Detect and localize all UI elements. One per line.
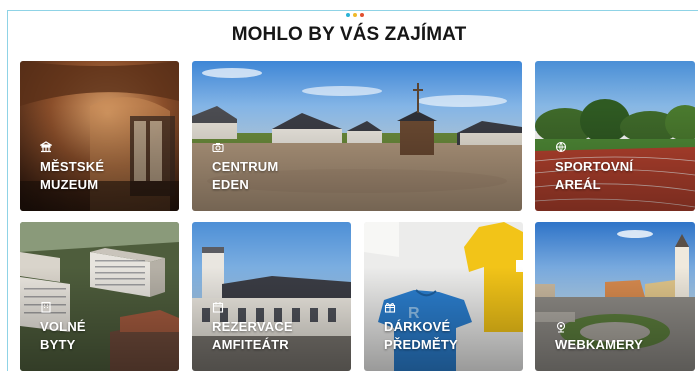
tile-mestske-muzeum[interactable]: MĚSTSKÉ MUZEUM: [20, 61, 179, 211]
tile-rezervace-amfiteatr[interactable]: REZERVACE AMFITEÁTR: [192, 222, 351, 371]
tile-darkove-predmety[interactable]: R DÁRKOVÉ PŘEDMĚTY: [364, 222, 523, 371]
building-icon: [41, 301, 51, 313]
calendar-icon: [212, 302, 224, 313]
ball-icon: [555, 141, 567, 153]
tile-sportovni-areal[interactable]: SPORTOVNÍ AREÁL: [535, 61, 695, 211]
dot-blue: [346, 13, 350, 17]
dot-red: [360, 13, 364, 17]
tile-label: VOLNÉ BYTY: [40, 319, 86, 352]
decorative-dots: [346, 13, 372, 18]
tile-label: SPORTOVNÍ AREÁL: [555, 159, 634, 192]
tile-label: CENTRUM EDEN: [212, 159, 279, 192]
webcam-icon: [556, 321, 566, 333]
tile-label: DÁRKOVÉ PŘEDMĚTY: [384, 319, 458, 352]
tile-webkamery[interactable]: WEBKAMERY: [535, 222, 695, 371]
tile-label: MĚSTSKÉ MUZEUM: [40, 159, 105, 192]
tile-label: WEBKAMERY: [555, 337, 643, 352]
gift-icon: [384, 302, 396, 313]
section-title: MOHLO BY VÁS ZAJÍMAT: [231, 24, 467, 45]
museum-icon: [40, 141, 52, 153]
tile-shade: [535, 266, 695, 371]
camera-icon: [212, 143, 224, 153]
tile-label: REZERVACE AMFITEÁTR: [212, 319, 293, 352]
dot-yellow: [353, 13, 357, 17]
tile-volne-byty[interactable]: VOLNÉ BYTY: [20, 222, 179, 371]
tile-centrum-eden[interactable]: CENTRUM EDEN: [192, 61, 522, 211]
